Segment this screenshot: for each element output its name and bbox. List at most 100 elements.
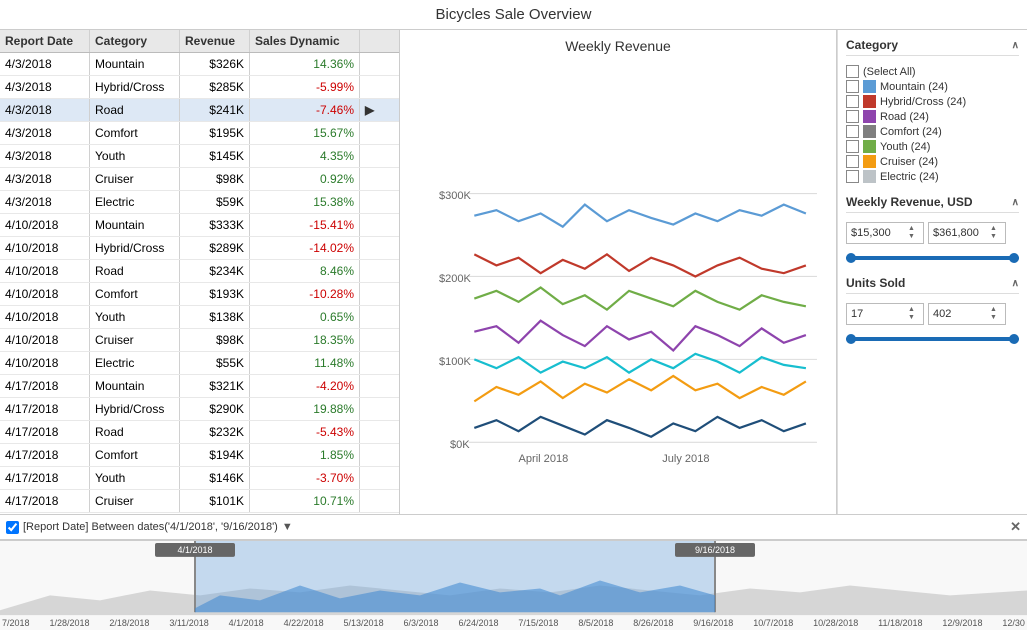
category-item-label: Youth (24) (880, 141, 930, 153)
table-row[interactable]: 4/10/2018 Electric $55K 11.48% (0, 352, 399, 375)
units-chevron-icon[interactable]: ∧ (1012, 278, 1019, 289)
table-row[interactable]: 4/3/2018 Road $241K -7.46% ▶ (0, 99, 399, 122)
table-row[interactable]: 4/3/2018 Hybrid/Cross $285K -5.99% (0, 76, 399, 99)
cell-category: Road (90, 260, 180, 282)
category-checkbox[interactable] (846, 170, 859, 183)
cell-date: 4/17/2018 (0, 444, 90, 466)
right-panel: Category ∧ (Select All)Mountain (24)Hybr… (837, 30, 1027, 514)
row-indicator: ▶ (360, 99, 378, 121)
units-slider-right-thumb[interactable] (1009, 334, 1019, 344)
cell-category: Electric (90, 352, 180, 374)
revenue-max-up-icon[interactable]: ▲ (990, 225, 997, 233)
cell-dynamic: 19.88% (250, 398, 360, 420)
row-indicator (360, 168, 378, 190)
category-item-label: Electric (24) (880, 171, 939, 183)
revenue-slider-left-thumb[interactable] (846, 253, 856, 263)
category-checkbox[interactable] (846, 155, 859, 168)
table-row[interactable]: 4/17/2018 Hybrid/Cross $290K 19.88% (0, 398, 399, 421)
table-row[interactable]: 4/10/2018 Road $234K 8.46% (0, 260, 399, 283)
table-row[interactable]: 4/10/2018 Comfort $193K -10.28% (0, 283, 399, 306)
revenue-slider-right-thumb[interactable] (1009, 253, 1019, 263)
cell-dynamic: 14.36% (250, 53, 360, 75)
category-item[interactable]: Cruiser (24) (846, 155, 1019, 168)
category-item[interactable]: Road (24) (846, 110, 1019, 123)
row-indicator (360, 53, 378, 75)
row-indicator (360, 490, 378, 512)
units-max-value[interactable] (933, 308, 988, 320)
category-checkbox[interactable] (846, 95, 859, 108)
timeline-date-15: 10/28/2018 (813, 618, 858, 628)
timeline-panel[interactable]: 4/1/2018 9/16/2018 7/2018 1/28/2018 2/18… (0, 540, 1027, 630)
cell-category: Mountain (90, 375, 180, 397)
table-row[interactable]: 4/3/2018 Mountain $326K 14.36% (0, 53, 399, 76)
table-row[interactable]: 4/3/2018 Cruiser $98K 0.92% (0, 168, 399, 191)
category-item-label: (Select All) (863, 66, 916, 78)
category-checkbox[interactable] (846, 65, 859, 78)
chart-title: Weekly Revenue (565, 38, 671, 54)
row-indicator (360, 145, 378, 167)
filter-close-button[interactable]: ✕ (1010, 519, 1021, 535)
cell-dynamic: 1.85% (250, 444, 360, 466)
category-item[interactable]: Youth (24) (846, 140, 1019, 153)
row-indicator (360, 421, 378, 443)
category-checkbox[interactable] (846, 125, 859, 138)
cell-revenue: $285K (180, 76, 250, 98)
category-item[interactable]: Hybrid/Cross (24) (846, 95, 1019, 108)
table-row[interactable]: 4/17/2018 Road $232K -5.43% (0, 421, 399, 444)
table-row[interactable]: 4/10/2018 Hybrid/Cross $289K -14.02% (0, 237, 399, 260)
table-row[interactable]: 4/17/2018 Youth $146K -3.70% (0, 467, 399, 490)
filter-checkbox[interactable] (6, 521, 19, 534)
table-row[interactable]: 4/17/2018 Mountain $321K -4.20% (0, 375, 399, 398)
table-body[interactable]: 4/3/2018 Mountain $326K 14.36% 4/3/2018 … (0, 53, 399, 514)
units-max-up-icon[interactable]: ▲ (990, 306, 997, 314)
cell-revenue: $195K (180, 122, 250, 144)
category-checkbox[interactable] (846, 80, 859, 93)
revenue-slider-track[interactable] (846, 256, 1019, 260)
revenue-max-input[interactable]: ▲ ▼ (928, 222, 1006, 244)
revenue-min-down-icon[interactable]: ▼ (908, 233, 915, 241)
cell-date: 4/3/2018 (0, 76, 90, 98)
units-slider-track[interactable] (846, 337, 1019, 341)
revenue-min-value[interactable] (851, 227, 906, 239)
category-item[interactable]: (Select All) (846, 65, 1019, 78)
cell-revenue: $145K (180, 145, 250, 167)
table-header: Report Date Category Revenue Sales Dynam… (0, 30, 399, 53)
table-row[interactable]: 4/10/2018 Cruiser $98K 18.35% (0, 329, 399, 352)
table-row[interactable]: 4/3/2018 Youth $145K 4.35% (0, 145, 399, 168)
category-checkbox[interactable] (846, 140, 859, 153)
filter-dropdown-icon[interactable]: ▼ (282, 521, 293, 533)
category-checkbox[interactable] (846, 110, 859, 123)
units-min-value[interactable] (851, 308, 906, 320)
revenue-max-down-icon[interactable]: ▼ (990, 233, 997, 241)
units-max-down-icon[interactable]: ▼ (990, 314, 997, 322)
cell-revenue: $55K (180, 352, 250, 374)
category-chevron-icon[interactable]: ∧ (1012, 40, 1019, 51)
units-min-down-icon[interactable]: ▼ (908, 314, 915, 322)
units-min-up-icon[interactable]: ▲ (908, 306, 915, 314)
revenue-chevron-icon[interactable]: ∧ (1012, 197, 1019, 208)
revenue-min-input[interactable]: ▲ ▼ (846, 222, 924, 244)
revenue-max-value[interactable] (933, 227, 988, 239)
table-row[interactable]: 4/10/2018 Youth $138K 0.65% (0, 306, 399, 329)
row-indicator (360, 214, 378, 236)
cell-dynamic: 18.35% (250, 329, 360, 351)
table-row[interactable]: 4/17/2018 Comfort $194K 1.85% (0, 444, 399, 467)
category-item[interactable]: Mountain (24) (846, 80, 1019, 93)
table-row[interactable]: 4/10/2018 Mountain $333K -15.41% (0, 214, 399, 237)
timeline-date-7: 5/13/2018 (344, 618, 384, 628)
svg-text:April 2018: April 2018 (519, 453, 569, 465)
table-row[interactable]: 4/3/2018 Comfort $195K 15.67% (0, 122, 399, 145)
timeline-date-4: 3/11/2018 (169, 618, 208, 628)
table-row[interactable]: 4/3/2018 Electric $59K 15.38% (0, 191, 399, 214)
units-min-input[interactable]: ▲ ▼ (846, 303, 924, 325)
category-item-label: Mountain (24) (880, 81, 948, 93)
cell-category: Electric (90, 191, 180, 213)
revenue-min-up-icon[interactable]: ▲ (908, 225, 915, 233)
category-item[interactable]: Comfort (24) (846, 125, 1019, 138)
units-max-input[interactable]: ▲ ▼ (928, 303, 1006, 325)
table-row[interactable]: 4/17/2018 Cruiser $101K 10.71% (0, 490, 399, 513)
category-item[interactable]: Electric (24) (846, 170, 1019, 183)
units-slider-left-thumb[interactable] (846, 334, 856, 344)
cell-category: Hybrid/Cross (90, 398, 180, 420)
cell-date: 4/17/2018 (0, 490, 90, 512)
